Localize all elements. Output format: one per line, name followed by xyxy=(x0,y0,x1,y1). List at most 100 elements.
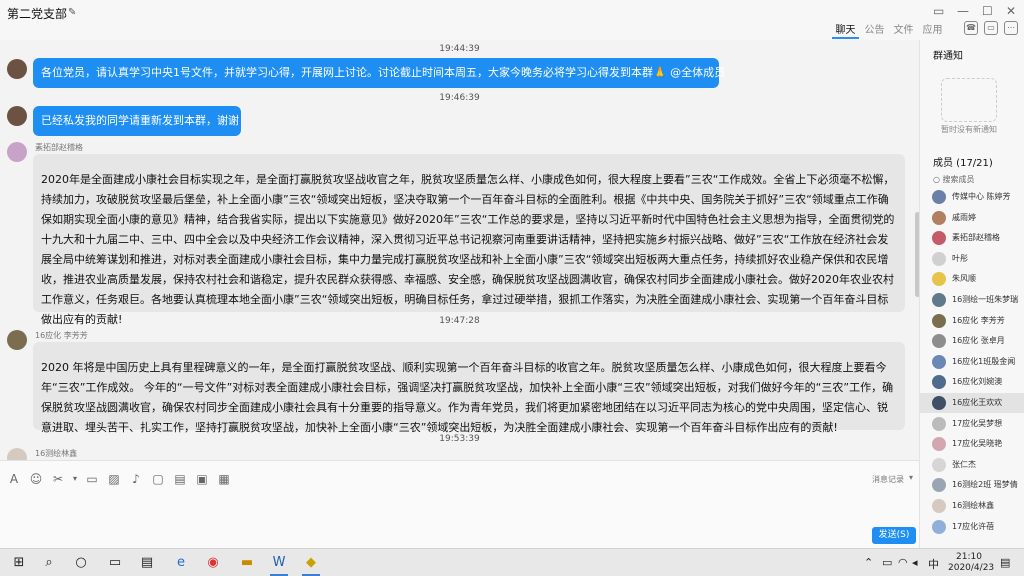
member-item[interactable]: 17应化吴晓艳 xyxy=(920,434,1024,454)
member-item[interactable]: 17应化许蓓 xyxy=(920,517,1024,537)
member-avatar xyxy=(932,354,946,369)
document-icon[interactable]: ▤ xyxy=(171,471,189,487)
chevron-down-icon[interactable]: ▾ xyxy=(71,471,79,487)
member-avatar xyxy=(932,519,946,534)
search-icon[interactable]: ⌕ xyxy=(40,554,58,572)
emoji-icon[interactable]: ☺ xyxy=(27,471,45,487)
avatar[interactable] xyxy=(7,59,27,79)
member-name: 素拓部赵稽格 xyxy=(952,233,1000,243)
member-item[interactable]: 16测绘林鑫 xyxy=(920,496,1024,516)
scissors-icon[interactable]: ✂ xyxy=(49,471,67,487)
member-item[interactable]: 16应化 张卓月 xyxy=(920,331,1024,351)
member-name: 16测绘2班 瑶梦倩 xyxy=(952,480,1018,490)
message-bubble[interactable]: 已经私发我的同学请重新发到本群，谢谢 xyxy=(33,106,241,136)
message-bubble[interactable]: 各位党员，请认真学习中央1号文件，并就学习心得，开展网上讨论。讨论截止时间本周五… xyxy=(33,58,725,88)
member-item[interactable]: 传媒中心 陈婷芳 xyxy=(920,187,1024,207)
message-history-link[interactable]: 消息记录 xyxy=(872,474,904,485)
clock-time: 21:10 xyxy=(956,552,982,562)
system-clock[interactable]: 21:10 2020/4/23 xyxy=(948,552,995,574)
microphone-icon[interactable]: ♪ xyxy=(127,471,145,487)
member-name: 16应化 李芳芳 xyxy=(952,315,1005,325)
pin-icon[interactable]: ▭ xyxy=(933,4,944,18)
member-name: 17应化吴梦想 xyxy=(952,418,1003,428)
member-name: 16应化刘婉澳 xyxy=(952,377,1003,387)
chrome-icon[interactable]: ◉ xyxy=(204,554,222,572)
message-bubble[interactable]: 2020 年将是中国历史上具有里程碑意义的一年，是全面打赢脱贫攻坚战、顺利实现第… xyxy=(33,342,905,434)
phone-icon[interactable]: ☎ xyxy=(964,21,978,35)
sender-name: 16测绘林鑫 xyxy=(35,449,78,458)
message-input-area[interactable]: A ☺ ✂ ▾ ▭ ▨ ♪ ▢ ▤ ▣ ▦ 消息记录 ▾ 发送(S) xyxy=(0,460,919,548)
clock-date: 2020/4/23 xyxy=(948,563,995,573)
edge-icon[interactable]: e xyxy=(172,554,190,572)
task-view-icon[interactable]: ▭ xyxy=(106,554,124,572)
member-item[interactable]: 戚雨婷 xyxy=(920,208,1024,228)
search-placeholder: 搜索成员 xyxy=(942,175,975,184)
notice-placeholder-icon xyxy=(941,78,997,122)
timestamp: 19:53:39 xyxy=(439,434,480,444)
member-item[interactable]: 16应化1班殷金闻 xyxy=(920,352,1024,372)
member-avatar xyxy=(932,272,946,287)
screen-icon[interactable]: ▢ xyxy=(149,471,167,487)
member-item[interactable]: 张仁杰 xyxy=(920,455,1024,475)
word-icon[interactable]: W xyxy=(270,554,288,572)
member-item[interactable]: 16应化 李芳芳 xyxy=(920,311,1024,331)
chevron-down-icon[interactable]: ▾ xyxy=(909,473,913,482)
avatar[interactable] xyxy=(7,330,27,350)
message-bubble[interactable]: 2020年是全面建成小康社会目标实现之年，是全面打赢脱贫攻坚战收官之年，脱贫攻坚… xyxy=(33,154,905,326)
member-item[interactable]: 叶彤 xyxy=(920,249,1024,269)
timestamp: 19:46:39 xyxy=(439,93,480,103)
gift-icon[interactable]: ▣ xyxy=(193,471,211,487)
member-name: 16测绘林鑫 xyxy=(952,501,995,510)
tab-apps[interactable]: 应用 xyxy=(919,21,946,39)
member-avatar xyxy=(932,437,946,452)
minimize-icon[interactable]: — xyxy=(957,4,969,18)
member-item[interactable]: 素拓部赵稽格 xyxy=(920,228,1024,248)
chevron-up-icon[interactable]: ⌃ xyxy=(864,556,873,569)
close-icon[interactable]: ✕ xyxy=(1006,4,1016,18)
member-search-input[interactable]: ○ 搜索成员 xyxy=(933,174,975,185)
send-button[interactable]: 发送(S) xyxy=(872,527,916,544)
avatar[interactable] xyxy=(7,142,27,162)
calendar-icon[interactable]: ▦ xyxy=(215,471,233,487)
wifi-icon[interactable]: ◠ xyxy=(898,556,908,569)
member-item[interactable]: 16应化刘婉澳 xyxy=(920,372,1024,392)
folder-icon[interactable]: ▭ xyxy=(83,471,101,487)
network-icon[interactable]: ▭ xyxy=(882,556,892,569)
member-name: 17应化许蓓 xyxy=(952,521,995,531)
file-explorer-icon[interactable]: ▬ xyxy=(238,554,256,572)
notification-icon[interactable]: ▤ xyxy=(1000,556,1010,569)
ime-indicator[interactable]: 中 xyxy=(928,556,939,572)
sender-name: 素拓部赵稽格 xyxy=(35,143,83,152)
font-icon[interactable]: A xyxy=(5,471,23,487)
member-item[interactable]: 16应化王欢欢 xyxy=(920,393,1024,413)
store-icon[interactable]: ▤ xyxy=(138,554,156,572)
volume-icon[interactable]: ◂ xyxy=(912,556,918,569)
member-item[interactable]: 16测绘2班 瑶梦倩 xyxy=(920,475,1024,495)
windows-start-icon[interactable]: ⊞ xyxy=(10,554,28,572)
member-item[interactable]: 16测绘一班朱梦瑞 xyxy=(920,290,1024,310)
member-name: 16测绘一班朱梦瑞 xyxy=(952,295,1019,304)
chat-area[interactable]: 19:44:39 各位党员，请认真学习中央1号文件，并就学习心得，开展网上讨论。… xyxy=(0,40,919,460)
avatar[interactable] xyxy=(7,106,27,126)
screen-share-icon[interactable]: ▭ xyxy=(984,21,998,35)
tab-announcements[interactable]: 公告 xyxy=(861,21,888,39)
maximize-icon[interactable]: ☐ xyxy=(982,4,993,18)
member-item[interactable]: 17应化吴梦想 xyxy=(920,414,1024,434)
tab-chat[interactable]: 聊天 xyxy=(832,21,859,39)
member-avatar xyxy=(932,231,946,246)
qq-icon[interactable]: ◆ xyxy=(302,554,320,572)
edit-icon[interactable]: ✎ xyxy=(68,7,76,18)
member-name: 叶彤 xyxy=(952,253,968,263)
cortana-icon[interactable]: ○ xyxy=(72,554,90,572)
avatar[interactable] xyxy=(7,448,27,460)
notice-empty-text: 暂时没有新通知 xyxy=(941,125,997,134)
member-item[interactable]: 朱风顺 xyxy=(920,269,1024,289)
image-icon[interactable]: ▨ xyxy=(105,471,123,487)
member-name: 朱风顺 xyxy=(952,274,976,284)
tab-files[interactable]: 文件 xyxy=(890,21,917,39)
notice-title: 群通知 xyxy=(933,51,963,62)
member-avatar xyxy=(932,499,946,513)
member-avatar xyxy=(932,210,946,225)
more-icon[interactable]: ⋯ xyxy=(1004,21,1018,35)
member-avatar xyxy=(932,375,946,390)
